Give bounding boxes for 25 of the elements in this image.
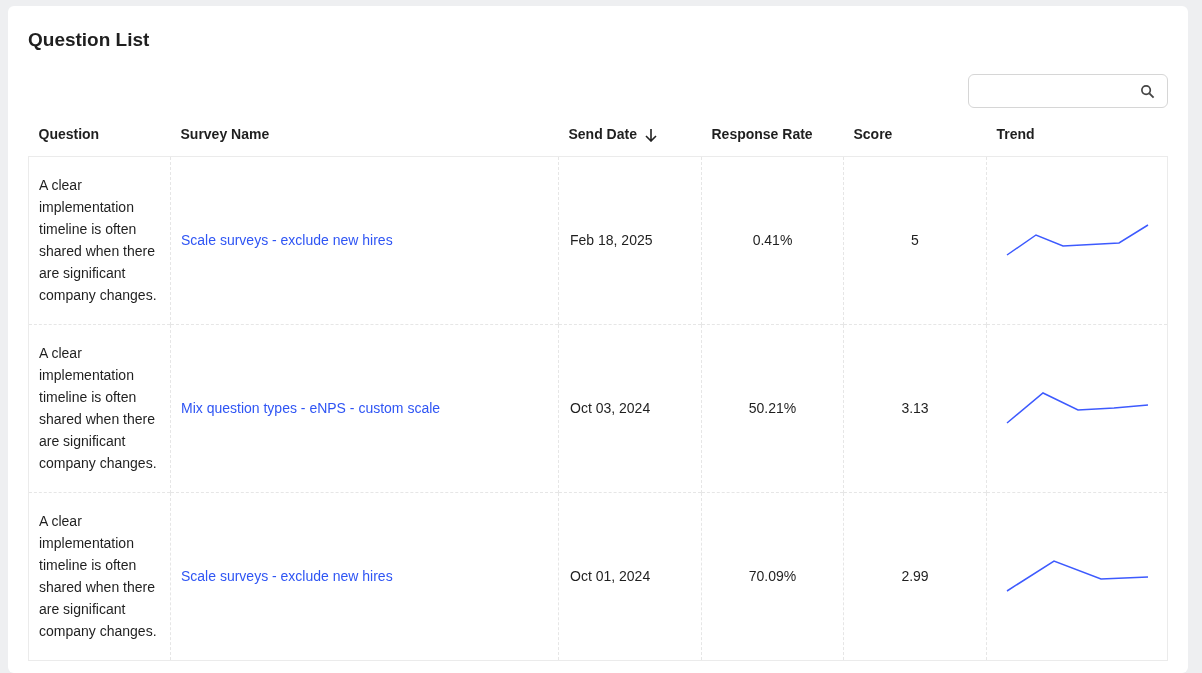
column-header[interactable]: Survey Name	[180, 124, 270, 146]
send-date: Oct 01, 2024	[570, 567, 651, 584]
page-title: Question List	[28, 28, 151, 52]
sort-arrow-icon[interactable]	[644, 127, 657, 142]
response-rate: 70.09%	[748, 567, 797, 584]
question-text: A clear implementation timeline is often shared when there are significant company changes.	[39, 513, 157, 639]
score: 2.99	[901, 567, 929, 584]
search-field[interactable]	[968, 74, 1168, 108]
column-header[interactable]: Question	[38, 124, 100, 146]
response-rate: 0.41%	[752, 231, 793, 248]
question-text: A clear implementation timeline is often shared when there are significant company changes.	[39, 177, 157, 303]
column-header[interactable]: Score	[853, 124, 893, 146]
column-header[interactable]: Trend	[996, 124, 1035, 146]
response-rate: 50.21%	[748, 399, 797, 416]
score: 5	[911, 231, 919, 248]
send-date: Feb 18, 2025	[570, 231, 653, 248]
survey-link[interactable]: Scale surveys - exclude new hires	[181, 567, 393, 584]
column-header[interactable]: Response Rate	[711, 124, 813, 146]
column-header[interactable]: Send Date	[568, 124, 657, 146]
question-text: A clear implementation timeline is often shared when there are significant company changes.	[39, 345, 157, 471]
survey-link[interactable]: Scale surveys - exclude new hires	[181, 231, 393, 248]
send-date: Oct 03, 2024	[570, 399, 651, 416]
survey-link[interactable]: Mix question types - eNPS - custom scale	[181, 399, 441, 416]
search-icon	[1140, 83, 1155, 99]
score: 3.13	[901, 399, 929, 416]
